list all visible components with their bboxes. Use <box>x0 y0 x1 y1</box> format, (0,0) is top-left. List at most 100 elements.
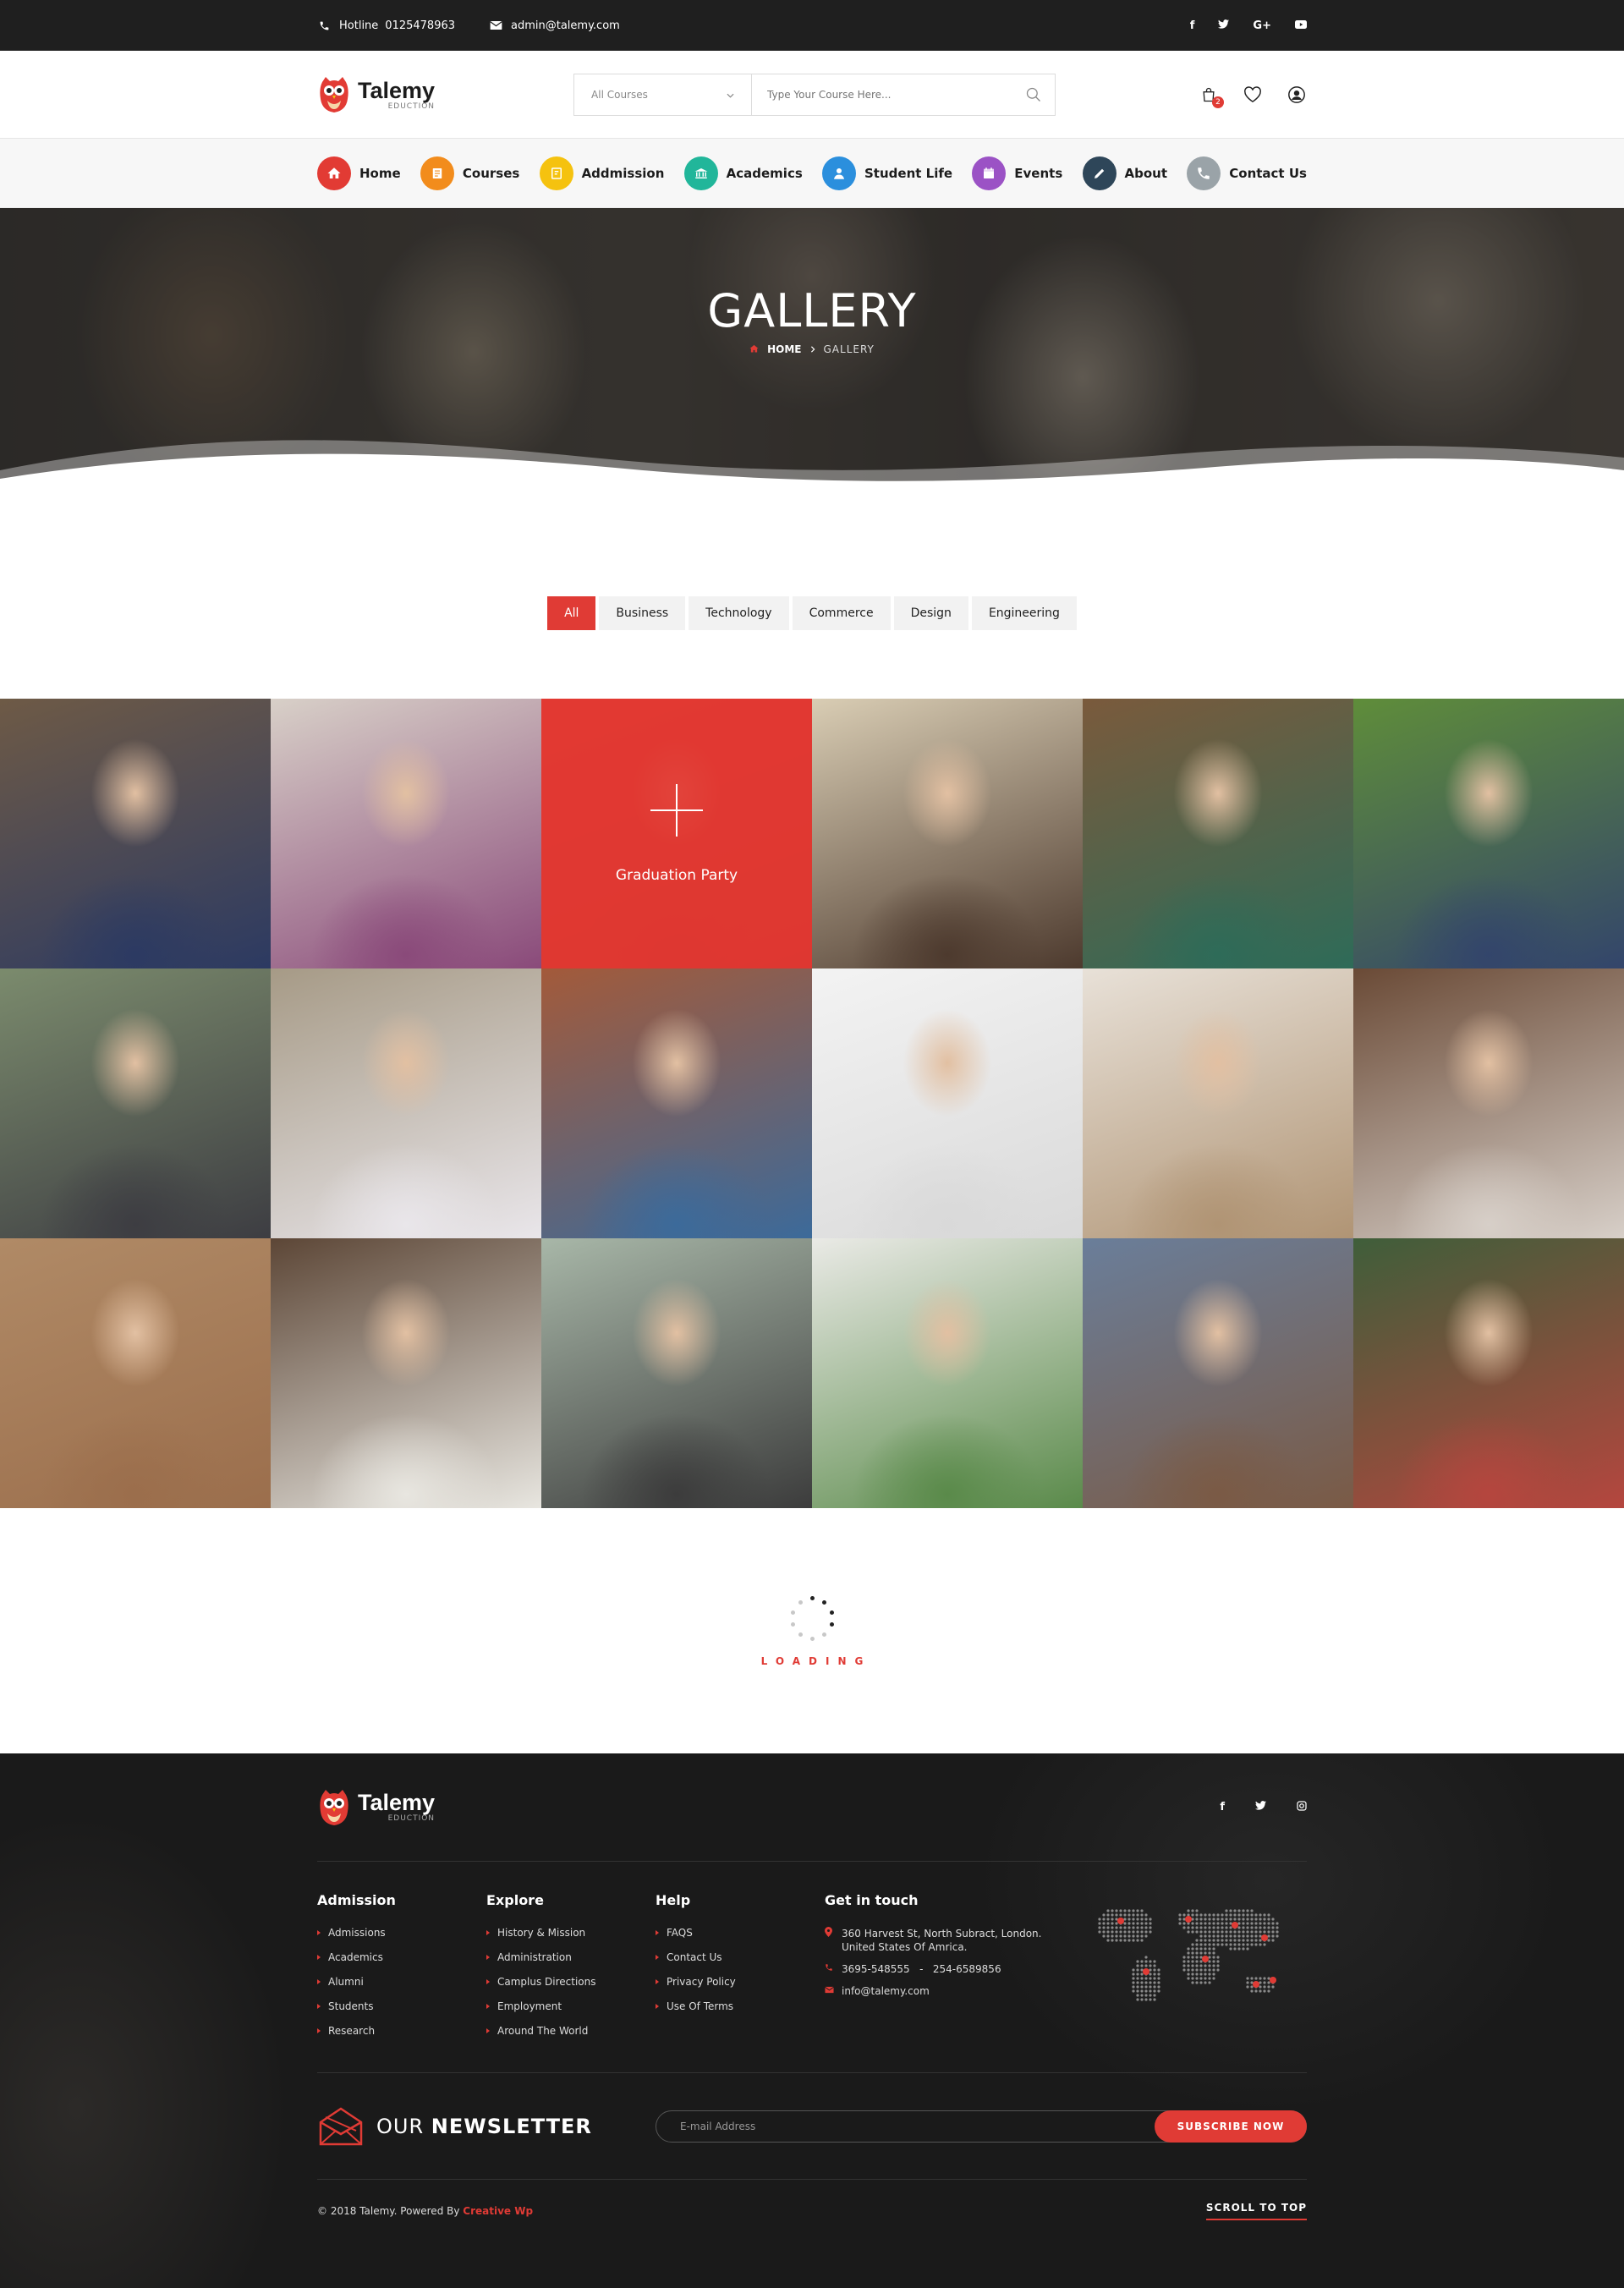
map-dot <box>1199 1951 1203 1955</box>
footer-bottom: © 2018 Talemy. Powered By Creative Wp SC… <box>317 2180 1307 2242</box>
filter-design[interactable]: Design <box>893 596 968 630</box>
gallery-item[interactable] <box>812 1238 1083 1508</box>
scroll-to-top-button[interactable]: SCROLL TO TOP <box>1205 2202 1307 2220</box>
filter-all[interactable]: All <box>547 596 596 630</box>
gallery-item[interactable] <box>1353 968 1624 1238</box>
gallery-item[interactable] <box>271 699 541 968</box>
nav-item-student-life[interactable]: Student Life <box>822 156 952 190</box>
footer-link[interactable]: Research <box>317 2025 486 2037</box>
wishlist-button[interactable] <box>1243 85 1263 105</box>
youtube-icon[interactable] <box>1295 19 1307 32</box>
nav-item-academics[interactable]: Academics <box>683 156 803 190</box>
map-dot <box>1106 1939 1110 1942</box>
filter-commerce[interactable]: Commerce <box>792 596 891 630</box>
footer-link[interactable]: Administration <box>486 1951 656 1963</box>
filter-business[interactable]: Business <box>599 596 686 630</box>
gallery-item[interactable] <box>0 1238 271 1508</box>
about-icon <box>1082 156 1116 190</box>
map-dot <box>1199 1968 1203 1972</box>
footer-link[interactable]: Camplus Directions <box>486 1976 656 1988</box>
footer-link[interactable]: Students <box>317 2000 486 2012</box>
facebook-icon[interactable]: f <box>1190 19 1195 32</box>
map-location-marker <box>1253 1981 1259 1988</box>
spinner-dot <box>810 1596 815 1600</box>
nav-item-addmission[interactable]: Addmission <box>539 156 664 190</box>
map-dot <box>1246 1947 1249 1951</box>
subscribe-button[interactable]: SUBSCRIBE NOW <box>1155 2110 1307 2143</box>
nav-item-about[interactable]: About <box>1082 156 1167 190</box>
gallery-item[interactable] <box>541 1238 812 1508</box>
map-dot <box>1127 1926 1131 1929</box>
footer-link[interactable]: Employment <box>486 2000 656 2012</box>
twitter-icon[interactable] <box>1218 19 1230 32</box>
filter-technology[interactable]: Technology <box>689 596 789 630</box>
gallery-item[interactable] <box>1083 1238 1353 1508</box>
top-email-address[interactable]: admin@talemy.com <box>511 19 620 32</box>
map-dot <box>1144 1998 1148 2001</box>
gallery-item[interactable] <box>1353 699 1624 968</box>
gallery-item[interactable] <box>1083 699 1353 968</box>
footer-logo[interactable]: Talemy EDUCTION <box>317 1788 435 1827</box>
gallery-item[interactable] <box>0 968 271 1238</box>
map-dot <box>1115 1939 1118 1942</box>
facebook-icon[interactable]: f <box>1220 1801 1225 1814</box>
footer-phone-numbers[interactable]: 3695-548555 - 254-6589856 <box>842 1962 1001 1976</box>
gallery-item[interactable] <box>1083 968 1353 1238</box>
category-select[interactable]: All Courses <box>574 74 753 115</box>
map-dot <box>1233 1909 1237 1912</box>
map-dot <box>1259 1989 1262 1993</box>
gallery-item[interactable] <box>271 1238 541 1508</box>
nav-item-home[interactable]: Home <box>317 156 401 190</box>
map-dot <box>1149 1994 1152 1997</box>
instagram-icon[interactable] <box>1297 1800 1307 1814</box>
gallery-item[interactable] <box>812 968 1083 1238</box>
spinner-dot <box>810 1637 815 1641</box>
filter-engineering[interactable]: Engineering <box>971 596 1077 630</box>
map-dot <box>1246 1918 1249 1921</box>
hotline-number[interactable]: 0125478963 <box>385 19 455 32</box>
nav-item-events[interactable]: Events <box>972 156 1062 190</box>
footer-link[interactable]: Around The World <box>486 2025 656 2037</box>
gallery-item[interactable] <box>541 968 812 1238</box>
breadcrumb-home[interactable]: HOME <box>767 343 801 355</box>
cart-button[interactable]: 2 <box>1199 85 1224 108</box>
gallery-item[interactable] <box>271 968 541 1238</box>
map-dot <box>1199 1943 1203 1946</box>
footer-link[interactable]: Admissions <box>317 1927 486 1939</box>
nav-item-label: Contact Us <box>1229 166 1307 181</box>
map-dot <box>1229 1934 1232 1938</box>
search-input[interactable] <box>752 74 1013 115</box>
footer-link[interactable]: Privacy Policy <box>656 1976 825 1988</box>
map-dot <box>1153 1968 1156 1972</box>
footer-link[interactable]: Alumni <box>317 1976 486 1988</box>
twitter-icon[interactable] <box>1255 1800 1266 1814</box>
nav-item-contact-us[interactable]: Contact Us <box>1187 156 1307 190</box>
gallery-photo <box>271 1238 541 1508</box>
map-dot <box>1182 1968 1186 1972</box>
account-button[interactable] <box>1287 85 1307 105</box>
gallery-hover-overlay: Graduation Party <box>541 699 812 968</box>
footer-link[interactable]: Contact Us <box>656 1951 825 1963</box>
site-logo[interactable]: Talemy EDUCTION <box>317 75 435 114</box>
chevron-right-icon <box>810 343 815 355</box>
map-dot <box>1149 1977 1152 1980</box>
footer-link[interactable]: FAQS <box>656 1927 825 1939</box>
plus-icon[interactable] <box>650 783 703 837</box>
footer-link[interactable]: Academics <box>317 1951 486 1963</box>
search-button[interactable] <box>1012 74 1055 115</box>
map-dot <box>1132 1973 1135 1976</box>
powered-by-link[interactable]: Creative Wp <box>463 2205 533 2217</box>
nav-item-courses[interactable]: Courses <box>420 156 519 190</box>
footer-link[interactable]: Use Of Terms <box>656 2000 825 2012</box>
gallery-item[interactable]: Graduation Party <box>541 699 812 968</box>
map-dot <box>1246 1977 1249 1980</box>
footer-email-address[interactable]: info@talemy.com <box>842 1984 930 1998</box>
gallery-item[interactable] <box>0 699 271 968</box>
gallery-item[interactable] <box>1353 1238 1624 1508</box>
gallery-item[interactable] <box>812 699 1083 968</box>
mail-icon <box>489 19 502 32</box>
map-dot <box>1267 1918 1270 1921</box>
google-plus-icon[interactable]: G+ <box>1253 19 1271 32</box>
cart-count-badge: 2 <box>1212 96 1224 108</box>
footer-link[interactable]: History & Mission <box>486 1927 656 1939</box>
